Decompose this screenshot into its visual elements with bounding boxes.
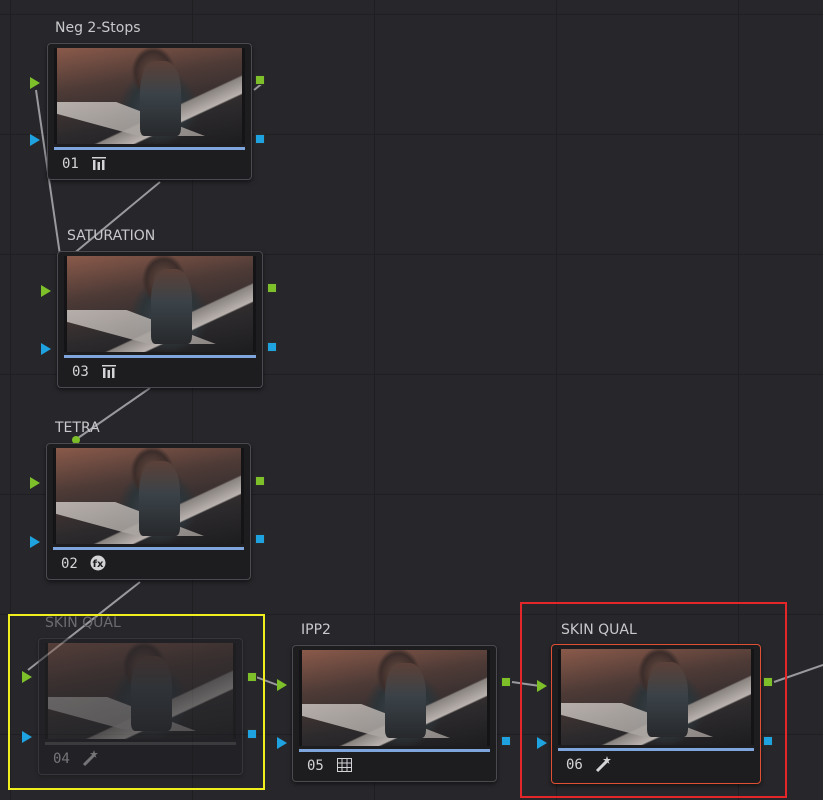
bars-icon [90,154,108,172]
node-01-thumbnail [54,48,245,144]
node-05-rgb-output[interactable] [501,677,511,687]
node-03-rgb-output[interactable] [267,283,277,293]
node-02-progress [53,547,244,550]
node-02-alpha-input[interactable] [30,536,40,548]
node-06-rgb-input[interactable] [537,680,547,692]
node-05-thumbnail [299,650,490,746]
node-03-alpha-output[interactable] [267,342,277,352]
node-02-title: TETRA [55,420,100,436]
grid-icon [335,756,353,774]
node-02[interactable]: 02 fx [46,443,251,580]
node-graph-canvas[interactable]: Neg 2-Stops 01 SATURATION 03 TETRA 02 fx [0,0,823,800]
node-04-alpha-input[interactable] [22,731,32,743]
node-06-progress [558,748,754,751]
svg-text:fx: fx [93,559,104,570]
node-05-title: IPP2 [301,622,331,638]
node-01-rgb-input[interactable] [30,77,40,89]
node-06-title: SKIN QUAL [561,622,637,638]
node-04-number: 04 [53,751,70,767]
node-01-alpha-output[interactable] [255,134,265,144]
node-03-thumbnail [64,256,256,352]
node-06-thumbnail [558,649,754,745]
node-06-alpha-input[interactable] [537,737,547,749]
node-04-rgb-input[interactable] [22,671,32,683]
node-01-alpha-input[interactable] [30,134,40,146]
magic-wand-icon [81,749,99,767]
node-06[interactable]: 06 [551,644,761,784]
node-01-number: 01 [62,156,79,172]
node-05-progress [299,749,490,752]
node-05-number: 05 [307,758,324,774]
node-01-rgb-output[interactable] [255,75,265,85]
node-03-rgb-input[interactable] [41,285,51,297]
node-01-progress [54,147,245,150]
node-03-title: SATURATION [67,228,156,244]
node-06-number: 06 [566,757,583,773]
node-06-rgb-output[interactable] [763,677,773,687]
node-03-number: 03 [72,364,89,380]
magic-wand-icon [594,755,612,773]
node-04-alpha-output[interactable] [247,729,257,739]
node-03-alpha-input[interactable] [41,343,51,355]
node-03-progress [64,355,256,358]
node-02-rgb-output[interactable] [255,476,265,486]
node-05-alpha-output[interactable] [501,736,511,746]
node-02-thumbnail [53,448,244,544]
node-02-alpha-output[interactable] [255,534,265,544]
node-03[interactable]: 03 [57,251,263,388]
node-04-thumbnail [45,643,236,739]
node-01-title: Neg 2-Stops [55,20,141,36]
node-01[interactable]: 01 [47,43,252,180]
node-05-alpha-input[interactable] [277,737,287,749]
node-05-rgb-input[interactable] [277,679,287,691]
node-04-rgb-output[interactable] [247,672,257,682]
node-05[interactable]: 05 [292,645,497,782]
node-04[interactable]: 04 [38,638,243,775]
resolve-fx-icon: fx [89,554,107,572]
node-04-progress [45,742,236,745]
node-02-rgb-input[interactable] [30,477,40,489]
node-02-number: 02 [61,556,78,572]
node-06-alpha-output[interactable] [763,736,773,746]
node-04-title: SKIN QUAL [45,615,121,631]
bars-icon [100,362,118,380]
